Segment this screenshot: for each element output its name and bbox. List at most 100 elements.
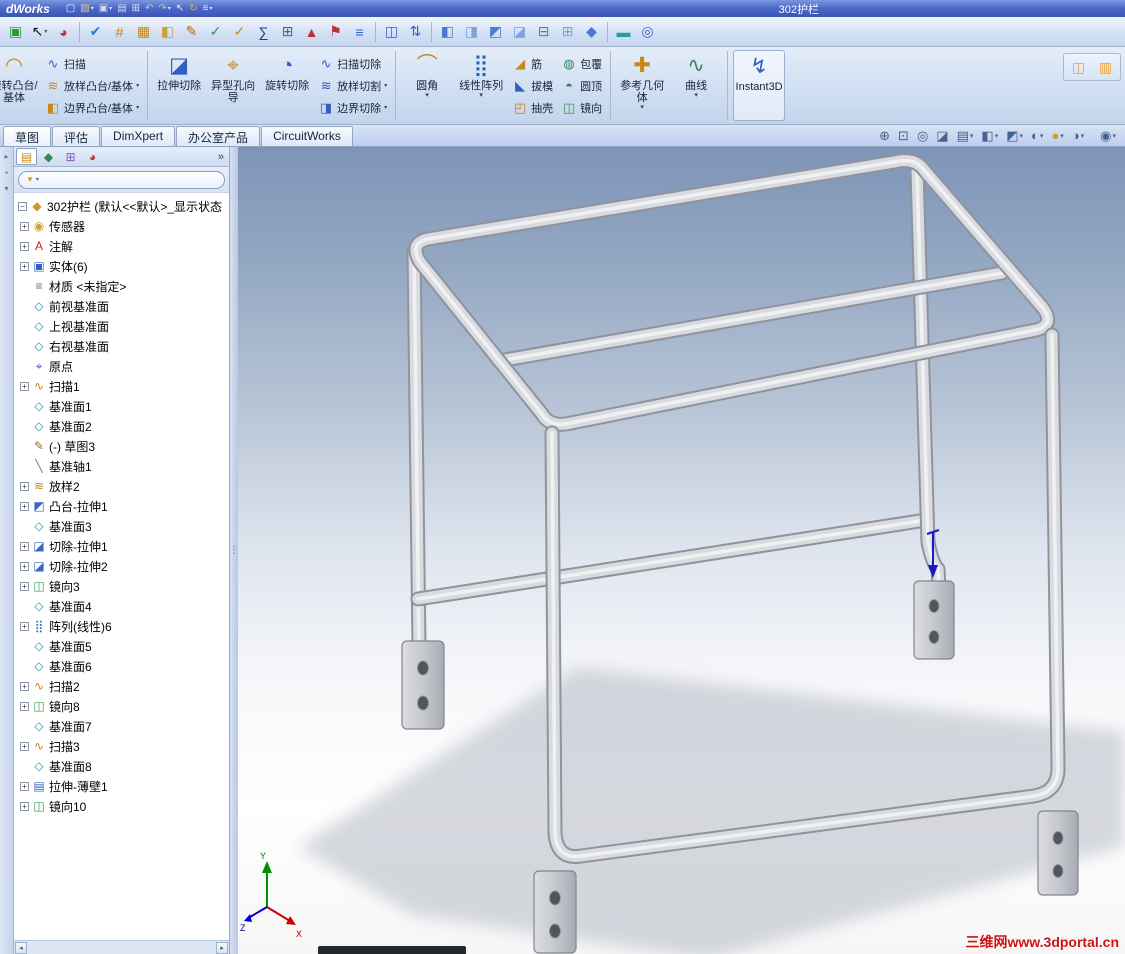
- pin-icon[interactable]: ▸: [4, 152, 8, 161]
- rebuild-icon[interactable]: ↻: [187, 1, 199, 16]
- boundary-boss-base-button[interactable]: ◧ 边界凸台/基体 ▾: [45, 98, 139, 117]
- window-pair-icon[interactable]: ◫: [380, 20, 403, 44]
- swept-cut-button[interactable]: ∿ 扫描切除: [318, 54, 387, 73]
- view-orientation-icon[interactable]: ◧ ▾: [981, 128, 998, 144]
- spell-check-icon[interactable]: ✔: [84, 20, 107, 44]
- tree-item-plane[interactable]: ◇ 基准面7: [14, 716, 229, 736]
- tree-item-cut-extrude[interactable]: + ◪ 切除-拉伸2: [14, 556, 229, 576]
- measure-ruler-icon[interactable]: ▬: [612, 20, 635, 44]
- expander-icon[interactable]: −: [18, 201, 27, 211]
- quick-settings-icon[interactable]: ◉ ▾: [1100, 128, 1116, 144]
- tree-item-sensors[interactable]: + ◉ 传感器: [14, 216, 229, 236]
- zoom-area-icon[interactable]: ⊡: [898, 128, 909, 144]
- 3d-model[interactable]: Y X Z: [238, 147, 1125, 954]
- panel-expand-chevron[interactable]: »: [218, 151, 227, 163]
- panel-splitter[interactable]: ⋮: [229, 147, 239, 954]
- tab-CircuitWorks[interactable]: CircuitWorks: [261, 126, 353, 146]
- tree-item-linear-pattern[interactable]: + ⣿ 阵列(线性)6: [14, 616, 229, 636]
- tree-item-thin-extrude[interactable]: + ▤ 拉伸-薄壁1: [14, 776, 229, 796]
- reference-geometry-button[interactable]: ✚ 参考几何体 ▾: [616, 50, 668, 121]
- tree-item-plane[interactable]: ◇ 基准面4: [14, 596, 229, 616]
- swap-view-icon[interactable]: ⇅: [404, 20, 427, 44]
- copy-icon[interactable]: ⊞: [130, 1, 142, 16]
- graphics-viewport[interactable]: Y X Z 三维网www.3dportal.cn: [238, 147, 1125, 954]
- expander-icon[interactable]: +: [20, 481, 29, 491]
- dome-button[interactable]: ◓ 圆顶: [561, 76, 602, 95]
- revolved-cut-button[interactable]: ◔ 旋转切除: [261, 50, 313, 121]
- flag-icon[interactable]: ⚑: [324, 20, 347, 44]
- lofted-cut-button[interactable]: ≋ 放样切割 ▾: [318, 76, 387, 95]
- mass-properties-icon[interactable]: ◎: [636, 20, 659, 44]
- save-icon[interactable]: ▣ ▾: [97, 1, 114, 16]
- panel-hscrollbar[interactable]: ◂ ▸: [14, 940, 229, 954]
- expander-icon[interactable]: +: [20, 541, 29, 551]
- rib-button[interactable]: ◢ 筋: [512, 54, 553, 73]
- expander-icon[interactable]: +: [20, 781, 29, 791]
- tab-办公室产品[interactable]: 办公室产品: [176, 126, 261, 146]
- tree-item-material[interactable]: ≡ 材质 <未指定>: [14, 276, 229, 296]
- wrap-button[interactable]: ◍ 包覆: [561, 54, 602, 73]
- expander-icon[interactable]: +: [20, 581, 29, 591]
- triad-icon[interactable]: ▲: [300, 20, 323, 44]
- tree-item-plane[interactable]: ◇ 基准面3: [14, 516, 229, 536]
- featuremanager-tab-icon[interactable]: ▤: [16, 148, 37, 165]
- view-bottom-icon[interactable]: ⊞: [556, 20, 579, 44]
- tree-root-item[interactable]: − ◆ 302护栏 (默认<<默认>_显示状态: [14, 196, 229, 216]
- tree-item-solid-bodies-folder[interactable]: + ▣ 实体(6): [14, 256, 229, 276]
- scroll-right-arrow[interactable]: ▸: [216, 941, 228, 954]
- task-pane-icon[interactable]: ◫: [1067, 55, 1090, 79]
- view-left-icon[interactable]: ◩: [484, 20, 507, 44]
- expander-icon[interactable]: +: [20, 261, 29, 271]
- tree-item-sweep[interactable]: + ∿ 扫描2: [14, 676, 229, 696]
- options-icon[interactable]: ≡ ▾: [201, 1, 215, 16]
- tree-item-plane[interactable]: ◇ 上视基准面: [14, 316, 229, 336]
- print-icon[interactable]: ▤: [115, 1, 128, 16]
- expander-icon[interactable]: +: [20, 501, 29, 511]
- table-icon[interactable]: ▦: [132, 20, 155, 44]
- tree-item-mirror[interactable]: + ◫ 镜向10: [14, 796, 229, 816]
- section-view-icon[interactable]: ◪: [936, 128, 948, 144]
- dimxpertmanager-tab-icon[interactable]: ◕: [82, 148, 103, 165]
- annotation-views-icon[interactable]: ▤ ▾: [957, 128, 974, 144]
- tree-item-sweep[interactable]: + ∿ 扫描3: [14, 736, 229, 756]
- expander-icon[interactable]: +: [20, 681, 29, 691]
- expander-icon[interactable]: +: [20, 241, 29, 251]
- tree-item-plane[interactable]: ◇ 右视基准面: [14, 336, 229, 356]
- tab-评估[interactable]: 评估: [52, 126, 101, 146]
- open-icon[interactable]: ▨ ▾: [78, 1, 95, 16]
- display-style-icon[interactable]: ◩ ▾: [1006, 128, 1023, 144]
- tab-DimXpert[interactable]: DimXpert: [101, 126, 176, 146]
- select-tool-icon[interactable]: ↖ ▾: [28, 20, 51, 44]
- tree-filter-input[interactable]: ▼ ▾: [18, 170, 225, 189]
- dimxpert-ball-icon[interactable]: ◕: [52, 20, 75, 44]
- app-cube-icon[interactable]: ▣: [4, 20, 27, 44]
- extruded-cut-button[interactable]: ◪ 拉伸切除: [153, 50, 205, 121]
- pane-icon[interactable]: ▪: [5, 168, 8, 177]
- sketch-entity-icon[interactable]: ✎: [180, 20, 203, 44]
- view-front-icon[interactable]: ◧: [436, 20, 459, 44]
- propertymanager-tab-icon[interactable]: ◆: [38, 148, 59, 165]
- tree-item-cut-extrude[interactable]: + ◪ 切除-拉伸1: [14, 536, 229, 556]
- select-icon[interactable]: ↖: [174, 1, 186, 16]
- expander-icon[interactable]: +: [20, 741, 29, 751]
- tree-item-mirror[interactable]: + ◫ 镜向8: [14, 696, 229, 716]
- tree-item-plane[interactable]: ◇ 基准面2: [14, 416, 229, 436]
- appearance-icon[interactable]: ● ▾: [1051, 128, 1063, 143]
- undo-icon[interactable]: ↶: [143, 1, 155, 16]
- fillet-button[interactable]: ⌒ 圆角 ▾: [401, 50, 453, 121]
- view-iso-icon[interactable]: ◆: [580, 20, 603, 44]
- tree-item-plane[interactable]: ◇ 基准面1: [14, 396, 229, 416]
- hide-show-items-icon[interactable]: ◐ ▾: [1031, 128, 1043, 143]
- photo-icon[interactable]: ◧: [156, 20, 179, 44]
- instant3d-button[interactable]: ↯ Instant3D: [733, 50, 786, 121]
- linear-pattern-button[interactable]: ⣿ 线性阵列 ▾: [455, 50, 507, 121]
- tree-item-annotations[interactable]: + A 注解: [14, 236, 229, 256]
- lofted-boss-base-button[interactable]: ≋ 放样凸台/基体 ▾: [45, 76, 140, 95]
- tree-item-plane[interactable]: ◇ 前视基准面: [14, 296, 229, 316]
- expander-icon[interactable]: +: [20, 381, 29, 391]
- tree-item-boss-extrude[interactable]: + ◩ 凸台-拉伸1: [14, 496, 229, 516]
- tree-item-origin[interactable]: ⌖ 原点: [14, 356, 229, 376]
- view-back-icon[interactable]: ◨: [460, 20, 483, 44]
- shell-button[interactable]: ◰ 抽壳: [512, 98, 553, 117]
- display-pane-icon[interactable]: ▥: [1094, 55, 1117, 79]
